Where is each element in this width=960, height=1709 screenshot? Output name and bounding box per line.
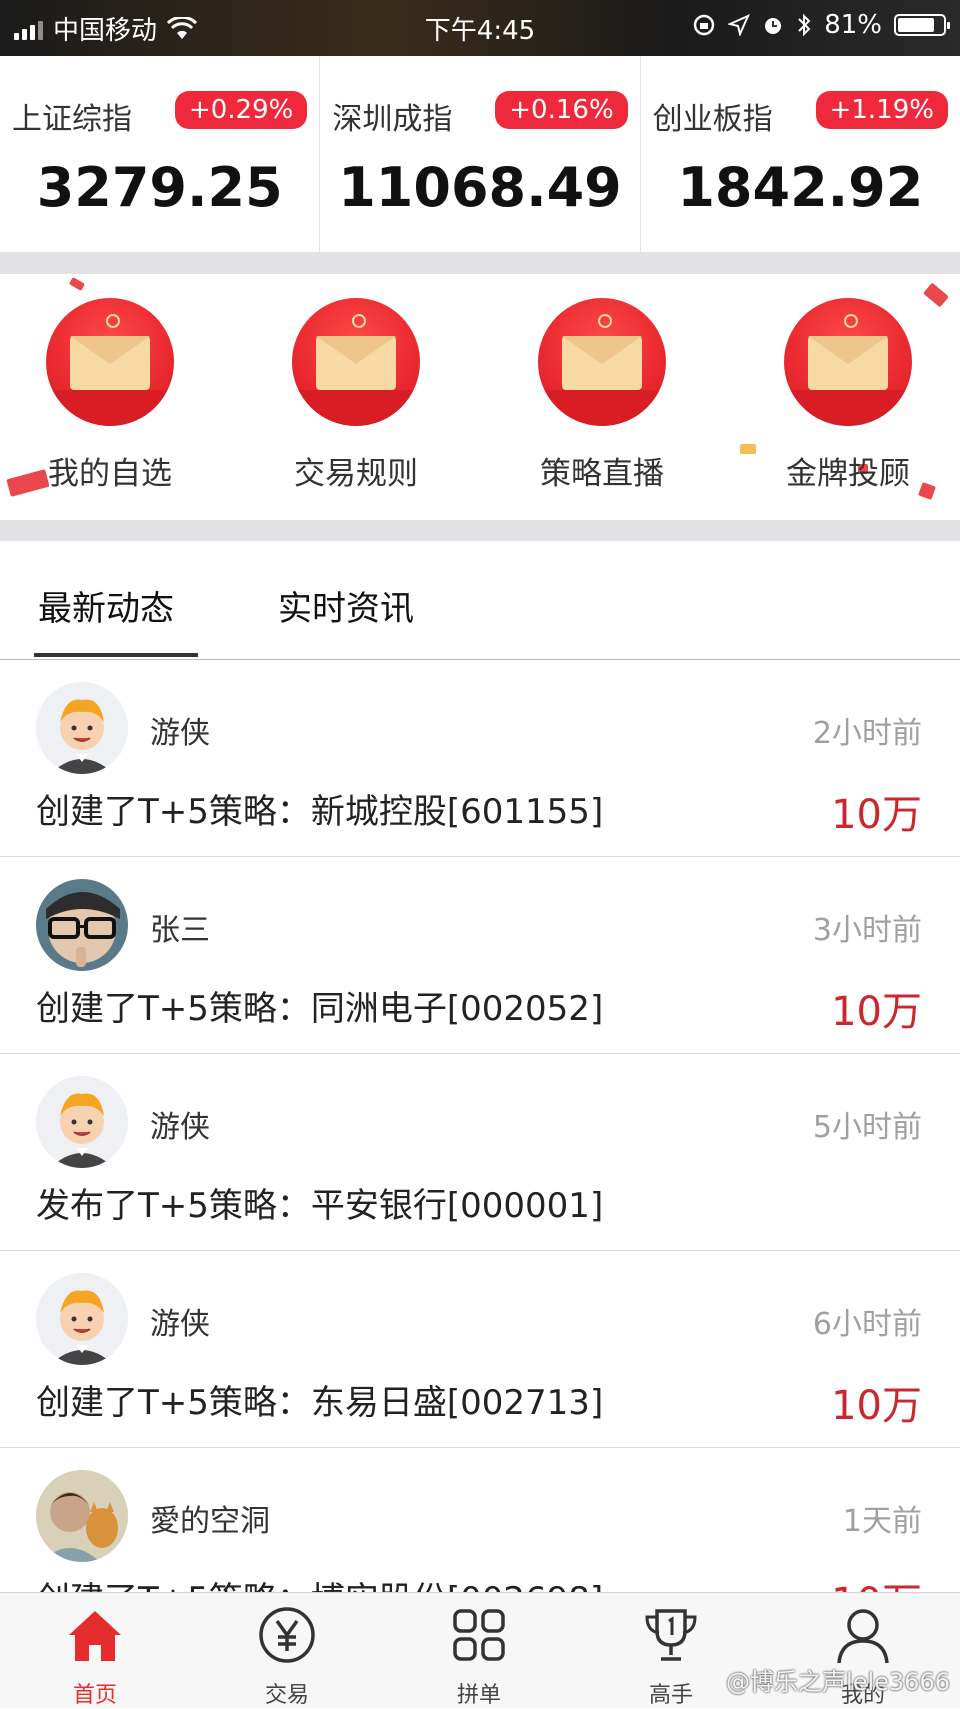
tabbar-item-home[interactable]: 首页 [35,1603,155,1709]
quick-link-label: 策略直播 [540,456,664,492]
index-change-badge: +0.16% [495,91,628,129]
tab-active-indicator [34,653,198,657]
tab-latest-activity[interactable]: 最新动态 [38,581,174,630]
index-card-shenzhen[interactable]: 深圳成指 +0.16% 11068.49 [320,56,641,252]
envelope-icon [46,298,174,426]
list-item[interactable]: 游侠 2小时前 创建了T+5策略：新城控股[601155] 10万 [0,660,960,857]
avatar [36,879,128,971]
feed-tabs: 最新动态 实时资讯 [0,541,960,660]
user-name: 游侠 [150,716,210,751]
index-card-shanghai[interactable]: 上证综指 +0.29% 3279.25 [0,56,321,252]
battery-icon [894,14,950,36]
avatar [36,682,128,774]
watermark: @博乐之声lele3666 [726,1668,950,1696]
star-medal-icon [784,298,912,426]
index-value: 3279.25 [36,156,283,219]
quick-link-trading-rules[interactable]: 交易规则 [266,298,446,493]
battery-level [898,18,934,32]
index-change-badge: +1.19% [815,91,948,129]
home-icon [69,1611,121,1661]
activity-text: 创建了T+5策略：博实股份[002698] [36,1572,603,1592]
section-divider [0,520,960,541]
list-item[interactable]: 张三 3小时前 创建了T+5策略：同洲电子[002052] 10万 [0,857,960,1054]
avatar [36,1470,128,1562]
video-play-icon [538,298,666,426]
user-name: 张三 [150,913,210,948]
tabbar-label: 首页 [72,1683,117,1708]
quick-link-strategy-live[interactable]: 策略直播 [512,298,692,493]
avatar [36,1273,128,1365]
post-time: 3小时前 [812,913,922,948]
user-name: 游侠 [150,1110,210,1145]
battery-percent: 81% [824,10,882,40]
tabbar-label: 交易 [264,1683,309,1708]
amount: 10万 [831,1570,922,1592]
post-time: 1天前 [842,1504,922,1539]
index-name: 上证综指 [12,102,132,137]
location-icon [728,14,751,36]
status-bar: 中国移动 下午4:45 81% [0,0,960,56]
index-card-chinext[interactable]: 创业板指 +1.19% 1842.92 [641,56,960,252]
list-item[interactable]: 游侠 5小时前 发布了T+5策略：平安银行[000001] [0,1054,960,1251]
activity-text: 创建了T+5策略：东易日盛[002713] [36,1383,604,1423]
activity-feed: 游侠 2小时前 创建了T+5策略：新城控股[601155] 10万 张三 3小时… [0,660,960,1592]
tabbar-item-experts[interactable]: 高手 [611,1603,731,1709]
tabbar-item-group-order[interactable]: 拼单 [419,1603,539,1709]
index-name: 深圳成指 [332,102,453,137]
quick-link-label: 我的自选 [48,456,172,492]
avatar [36,1076,128,1168]
post-time: 6小时前 [812,1307,922,1342]
quick-links: 我的自选 交易规则 策略直播 金牌投顾 [0,274,960,520]
index-value: 11068.49 [338,156,622,219]
trophy-icon [645,1609,697,1661]
activity-text: 创建了T+5策略：同洲电子[002052] [36,989,604,1029]
index-name: 创业板指 [652,102,773,137]
yen-icon [259,1607,315,1663]
list-item[interactable]: 愛的空洞 1天前 创建了T+5策略：博实股份[002698] 10万 [0,1448,960,1592]
tab-realtime-news[interactable]: 实时资讯 [278,581,414,630]
amount: 10万 [831,989,922,1035]
post-time: 5小时前 [812,1110,922,1145]
list-item[interactable]: 游侠 6小时前 创建了T+5策略：东易日盛[002713] 10万 [0,1251,960,1448]
section-divider [0,252,960,274]
grid-icon [453,1609,505,1661]
activity-text: 发布了T+5策略：平安银行[000001] [36,1186,604,1226]
tabbar-label: 高手 [648,1683,693,1708]
quick-link-gold-advisor[interactable]: 金牌投顾 [758,298,938,493]
quick-link-label: 交易规则 [294,456,418,492]
user-name: 愛的空洞 [150,1504,270,1539]
confetti-decoration [740,444,756,454]
quick-link-label: 金牌投顾 [786,456,910,492]
index-change-badge: +0.29% [174,91,308,129]
rotation-lock-icon [693,14,715,36]
market-indices: 上证综指 +0.29% 3279.25 深圳成指 +0.16% 11068.49… [0,56,960,253]
tabbar-label: 拼单 [456,1683,501,1708]
quick-link-watchlist[interactable]: 我的自选 [20,298,200,493]
amount: 10万 [831,1383,922,1429]
amount: 10万 [831,792,922,838]
post-time: 2小时前 [812,716,922,751]
bluetooth-icon [798,13,811,37]
user-name: 游侠 [150,1307,210,1342]
index-value: 1842.92 [677,156,924,219]
confetti-decoration [68,277,86,291]
activity-text: 创建了T+5策略：新城控股[601155] [36,792,604,832]
tabbar-item-trade[interactable]: 交易 [227,1603,347,1709]
alarm-icon [765,18,782,34]
person-icon [837,1609,889,1664]
chart-envelope-icon [292,298,420,426]
